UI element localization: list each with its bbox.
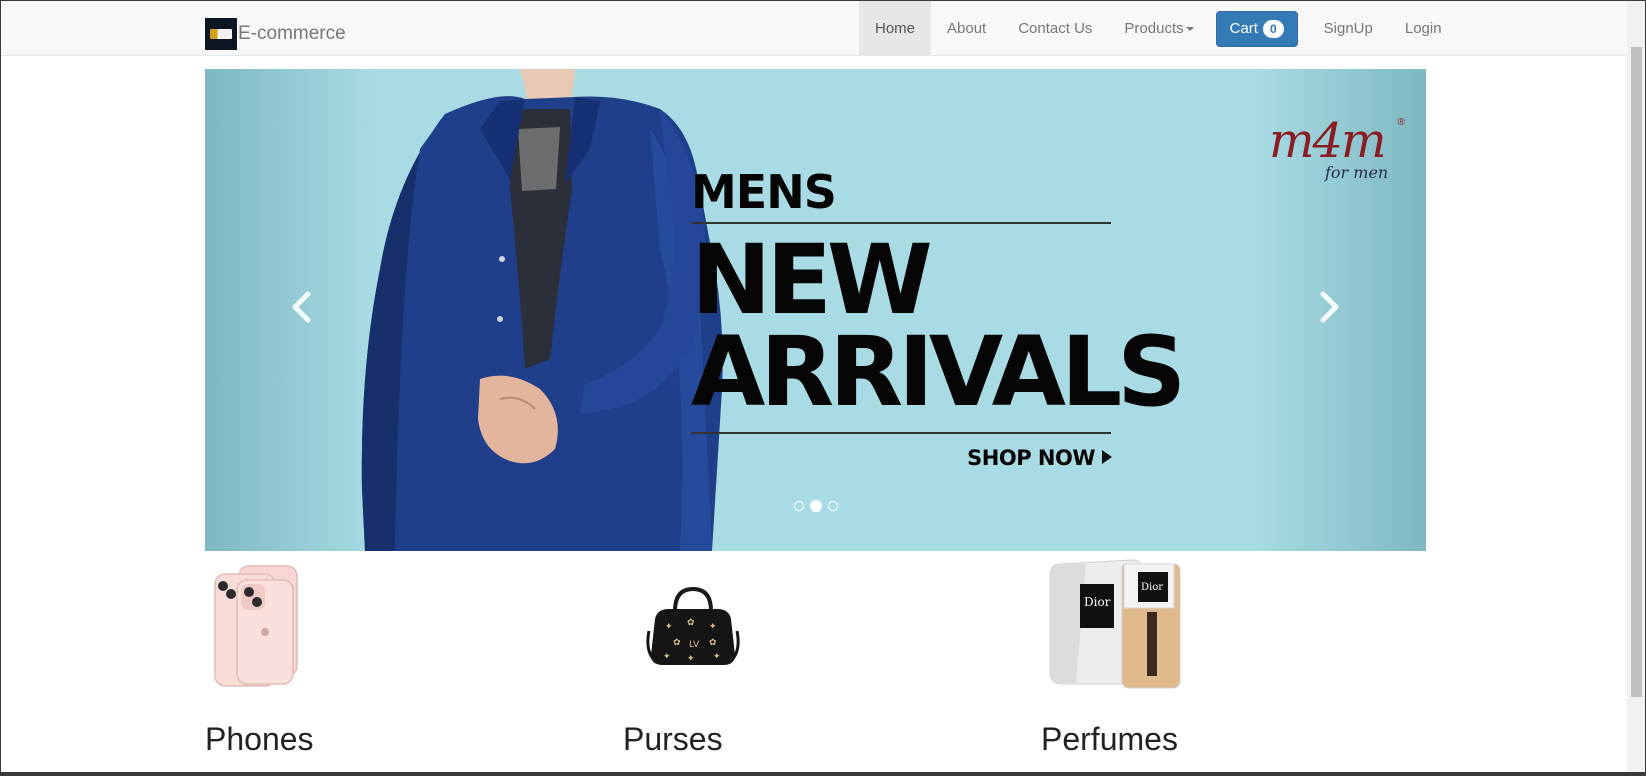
m4m-logo: m4m ® for men xyxy=(1269,117,1409,197)
carousel-next-control[interactable] xyxy=(1310,287,1350,327)
product-card-purses[interactable]: ✦ ✿ ✦ ✿ LV ✿ ✦ ✦ ✦ Purses xyxy=(623,561,763,757)
banner-rule-bottom xyxy=(691,432,1111,434)
hero-carousel: MENS NEW ARRIVALS SHOP NOW m4m ® for men xyxy=(205,69,1426,551)
svg-text:Dior: Dior xyxy=(1141,582,1163,593)
product-card-phones[interactable]: Phones xyxy=(205,561,325,757)
brand[interactable]: E-commerce xyxy=(205,18,346,50)
product-card-perfumes[interactable]: Dior Dior Perfumes xyxy=(1041,559,1191,757)
brand-logo xyxy=(205,18,237,50)
nav-products-label: Products xyxy=(1124,20,1184,37)
top-navbar: E-commerce Home About Contact Us Product… xyxy=(1,1,1629,56)
svg-text:✿: ✿ xyxy=(673,638,681,648)
carousel-indicators xyxy=(791,500,841,512)
banner-line-new: NEW xyxy=(691,224,933,336)
phones-image xyxy=(205,561,325,691)
cart-label: Cart xyxy=(1229,20,1258,37)
nav-login[interactable]: Login xyxy=(1389,1,1458,56)
product-title-perfumes: Perfumes xyxy=(1041,721,1178,757)
scrollbar-thumb[interactable] xyxy=(1631,47,1642,697)
play-arrow-icon xyxy=(1102,450,1112,464)
banner-headline: MENS NEW ARRIVALS SHOP NOW xyxy=(691,165,1186,470)
vertical-scrollbar[interactable] xyxy=(1627,1,1645,772)
nav-signup[interactable]: SignUp xyxy=(1308,1,1389,56)
svg-text:LV: LV xyxy=(689,640,700,650)
browser-viewport: E-commerce Home About Contact Us Product… xyxy=(0,0,1646,776)
brand-name: E-commerce xyxy=(238,23,346,44)
shop-now-label: SHOP NOW xyxy=(967,446,1095,470)
svg-text:Dior: Dior xyxy=(1084,595,1111,609)
svg-text:✦: ✦ xyxy=(709,622,717,632)
purses-image: ✦ ✿ ✦ ✿ LV ✿ ✦ ✦ ✦ xyxy=(623,561,763,691)
main-nav: Home About Contact Us Products Cart 0 Si… xyxy=(859,1,1458,56)
banner-line-mens: MENS xyxy=(691,165,837,219)
carousel-indicator-1[interactable] xyxy=(794,501,804,511)
svg-text:✿: ✿ xyxy=(709,638,717,648)
product-title-phones: Phones xyxy=(205,721,314,757)
model-image xyxy=(361,69,723,551)
product-title-purses: Purses xyxy=(623,721,723,757)
cart-count-badge: 0 xyxy=(1262,19,1284,38)
nav-products-dropdown[interactable]: Products xyxy=(1108,1,1209,56)
m4m-logo-tagline: for men xyxy=(1325,163,1389,182)
carousel-indicator-3[interactable] xyxy=(828,501,838,511)
svg-text:✦: ✦ xyxy=(663,652,671,662)
m4m-logo-text: m4m xyxy=(1269,113,1387,169)
svg-text:✦: ✦ xyxy=(713,652,721,662)
perfumes-image: Dior Dior xyxy=(1041,553,1191,693)
nav-about[interactable]: About xyxy=(931,1,1002,56)
nav-home[interactable]: Home xyxy=(859,1,932,56)
svg-text:✿: ✿ xyxy=(687,618,695,628)
caret-down-icon xyxy=(1185,26,1194,31)
carousel-indicator-2[interactable] xyxy=(810,500,822,512)
nav-contact-us[interactable]: Contact Us xyxy=(1002,1,1108,56)
shop-now-link[interactable]: SHOP NOW xyxy=(691,446,1116,470)
svg-text:✦: ✦ xyxy=(687,654,695,664)
svg-text:✦: ✦ xyxy=(665,622,673,632)
cart-button[interactable]: Cart 0 xyxy=(1215,10,1298,47)
chevron-right-icon xyxy=(1320,291,1339,323)
chevron-left-icon xyxy=(292,291,311,323)
carousel-prev-control[interactable] xyxy=(281,287,321,327)
banner-line-arrivals: ARRIVALS xyxy=(691,316,1186,428)
registered-mark: ® xyxy=(1397,117,1405,128)
